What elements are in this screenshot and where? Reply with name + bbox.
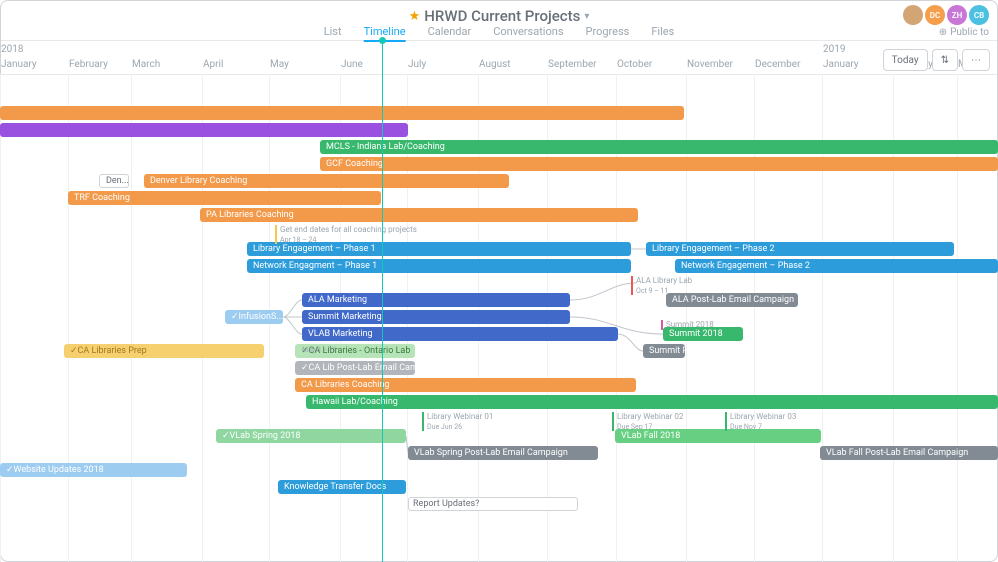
globe-icon: ⊕ [939, 27, 947, 38]
task-bar[interactable]: CA Libraries Prep [64, 344, 264, 358]
zoom-button[interactable]: ⋯ [962, 49, 990, 71]
task-note[interactable]: Library Webinar 02Due Sep 17 [617, 412, 683, 431]
app-header: ★ HRWD Current Projects ▾ ListTimelineCa… [1, 1, 997, 41]
public-label[interactable]: ⊕ Public to [939, 27, 989, 38]
month-label: July [408, 59, 426, 70]
avatar[interactable]: ZH [947, 5, 967, 25]
task-bar[interactable]: ALA Marketing [302, 293, 570, 307]
tab-calendar[interactable]: Calendar [428, 25, 472, 42]
task-bar[interactable]: Summit Marketing [302, 310, 570, 324]
grid-line [68, 74, 69, 562]
task-bar[interactable]: VLab Spring Post-Lab Email Campaign [408, 446, 598, 460]
task-bar[interactable]: Summit Po... [643, 344, 685, 358]
task-note[interactable]: Get end dates for all coaching projectsA… [280, 225, 417, 244]
view-tabs: ListTimelineCalendarConversationsProgres… [324, 25, 675, 42]
project-title-wrap[interactable]: ★ HRWD Current Projects ▾ [409, 7, 590, 25]
task-bar[interactable]: Knowledge Transfer Docs [278, 480, 406, 494]
star-icon[interactable]: ★ [409, 9, 421, 24]
grid-line [0, 74, 1, 562]
task-bar[interactable]: Library Engagement – Phase 2 [646, 242, 954, 256]
tab-files[interactable]: Files [651, 25, 674, 42]
today-button[interactable]: Today [883, 49, 928, 71]
sort-button[interactable]: ⇅ [932, 49, 958, 71]
task-bar[interactable]: TRF Coaching [68, 191, 381, 205]
timeline-controls: Today ⇅ ⋯ [883, 49, 990, 71]
month-label: March [132, 59, 160, 70]
task-bar[interactable] [0, 106, 684, 120]
task-bar[interactable]: InfusionS... [225, 310, 283, 324]
task-note[interactable]: Library Webinar 03Due Nov 7 [730, 412, 796, 431]
task-bar[interactable]: VLab Fall Post-Lab Email Campaign [820, 446, 998, 460]
today-indicator [382, 40, 383, 562]
task-bar[interactable]: CA Libraries Coaching [295, 378, 636, 392]
task-bar[interactable] [0, 123, 408, 137]
month-label: February [69, 59, 108, 70]
month-label: September [548, 59, 597, 70]
task-bar[interactable]: Denver Library Coaching [144, 174, 509, 188]
task-bar[interactable]: GCF Coaching [320, 157, 998, 171]
task-bar[interactable]: Hawaii Lab/Coaching [306, 395, 998, 409]
grid-line [131, 74, 132, 562]
month-label: November [687, 59, 733, 70]
task-note[interactable]: Library Webinar 01Due Jun 26 [427, 412, 493, 431]
task-bar[interactable]: CA Lib Post-Lab Email Campaign [295, 361, 415, 375]
task-bar[interactable]: PA Libraries Coaching [200, 208, 638, 222]
task-bar[interactable]: Website Updates 2018 [0, 463, 187, 477]
task-bar[interactable]: VLAB Marketing [302, 327, 618, 341]
tab-list[interactable]: List [324, 25, 342, 42]
avatar[interactable]: CB [969, 5, 989, 25]
year-label: 2019 [823, 44, 845, 55]
month-label: December [755, 59, 800, 70]
task-note[interactable]: Summit 2018 [666, 320, 714, 330]
month-label: August [479, 59, 511, 70]
month-label: April [203, 59, 223, 70]
project-title: HRWD Current Projects [424, 7, 580, 25]
month-label: May [270, 59, 289, 70]
task-note[interactable]: May 8 – 11 [302, 345, 337, 355]
timeline-grid[interactable]: MCLS - Indiana Lab/Coaching GCF Coaching D… [0, 74, 998, 562]
month-label: January [1, 59, 37, 70]
month-label: June [341, 59, 363, 70]
tab-progress[interactable]: Progress [586, 25, 630, 42]
year-label: 2018 [1, 44, 23, 55]
task-bar[interactable]: MCLS - Indiana Lab/Coaching [320, 140, 998, 154]
grid-line [202, 74, 203, 562]
task-bar[interactable]: Network Engagement – Phase 2 [675, 259, 998, 273]
task-bar[interactable]: Network Engagment – Phase 1 [247, 259, 631, 273]
task-note[interactable]: ALA Library LabOct 9 – 11 [636, 276, 692, 295]
month-label: October [617, 59, 652, 70]
month-label: January [823, 59, 859, 70]
avatar[interactable]: DC [925, 5, 945, 25]
task-bar[interactable]: VLab Spring 2018 [216, 429, 406, 443]
timeline-ruler: 2018 2019 January February March April May June… [1, 41, 997, 75]
tab-conversations[interactable]: Conversations [493, 25, 563, 42]
avatar[interactable] [903, 5, 923, 25]
chevron-down-icon[interactable]: ▾ [584, 11, 589, 22]
task-bar[interactable]: Den... [99, 174, 129, 188]
new-task-input[interactable]: Report Updates? [408, 497, 578, 511]
member-avatars: DC ZH CB [903, 5, 989, 25]
